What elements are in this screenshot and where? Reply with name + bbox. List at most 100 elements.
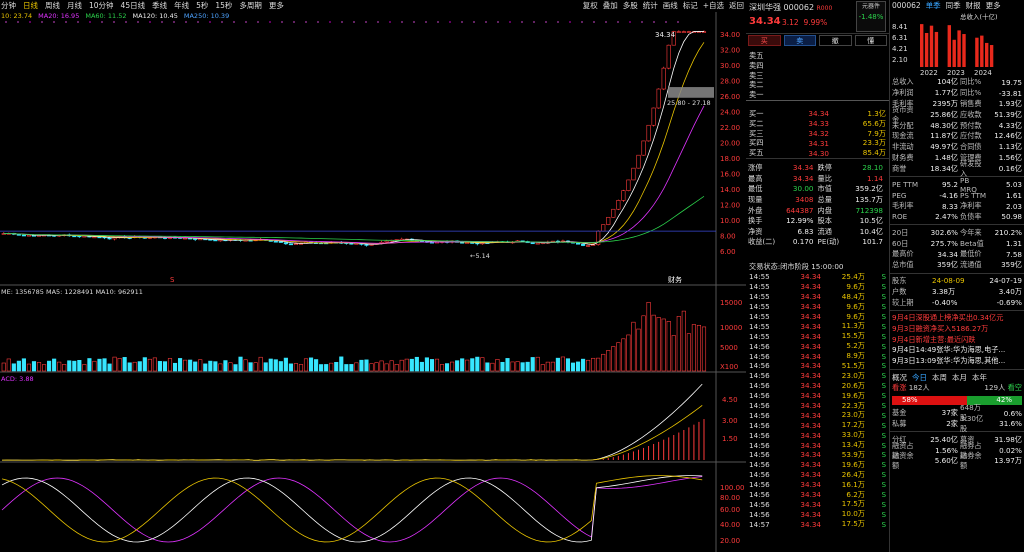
trade-row[interactable]: 14:55 34.34 9.6万 S bbox=[746, 302, 889, 312]
period-6[interactable]: 季线 bbox=[152, 0, 167, 11]
ask-row[interactable]: 卖五 bbox=[746, 51, 889, 61]
trade-row[interactable]: 14:56 34.34 8.9万 S bbox=[746, 351, 889, 361]
stat-cell: 量比 1.14 bbox=[818, 174, 888, 184]
bid-row[interactable]: 买二 34.33 65.6万 bbox=[746, 119, 889, 129]
trade-row[interactable]: 14:56 34.34 13.4万 S bbox=[746, 440, 889, 450]
trade-row[interactable]: 14:56 34.34 33.0万 S bbox=[746, 430, 889, 440]
f10-tab[interactable]: 财报 bbox=[966, 0, 981, 11]
sector-badge[interactable]: 元器件 -1.48% bbox=[856, 1, 886, 32]
kline-chart[interactable]: 34.00 32.00 30.00 28.00 26.00 24.00 22.00 20.00… bbox=[0, 0, 746, 552]
flow-tab[interactable]: 本周 bbox=[932, 372, 947, 383]
period-8[interactable]: 5秒 bbox=[196, 0, 208, 11]
flow-tab[interactable]: 本月 bbox=[952, 372, 967, 383]
trade-row[interactable]: 14:56 34.34 16.1万 S bbox=[746, 480, 889, 490]
macd-legend: ACD: 3.88 bbox=[1, 375, 34, 383]
trade-row[interactable]: 14:56 34.34 26.4万 S bbox=[746, 470, 889, 480]
trade-row[interactable]: 14:56 34.34 23.0万 S bbox=[746, 410, 889, 420]
f10-tab[interactable]: 单季 bbox=[926, 0, 941, 11]
trade-row[interactable]: 14:56 34.34 17.5万 S bbox=[746, 499, 889, 509]
flow-tab[interactable]: 今日 bbox=[912, 372, 927, 383]
trade-row[interactable]: 14:56 34.34 53.9万 S bbox=[746, 450, 889, 460]
marker-dot bbox=[485, 21, 487, 23]
volume-bar bbox=[42, 364, 47, 372]
period-9[interactable]: 15秒 bbox=[215, 0, 232, 11]
bid-row[interactable]: 买四 34.31 23.3万 bbox=[746, 138, 889, 148]
period-1[interactable]: 日线 bbox=[23, 0, 38, 11]
marker-dot bbox=[425, 21, 427, 23]
period-3[interactable]: 月线 bbox=[67, 0, 82, 11]
trade-row[interactable]: 14:55 34.34 9.6万 S bbox=[746, 282, 889, 292]
news-item[interactable]: 9月4日14:49张华:华为海思,电子... bbox=[890, 345, 1024, 356]
bid-row[interactable]: 买三 34.32 7.9万 bbox=[746, 129, 889, 139]
trade-row[interactable]: 14:55 34.34 48.4万 S bbox=[746, 292, 889, 302]
trade-row[interactable]: 14:55 34.34 15.5万 S bbox=[746, 331, 889, 341]
trade-row[interactable]: 14:56 34.34 19.6万 S bbox=[746, 391, 889, 401]
period-4[interactable]: 10分钟 bbox=[89, 0, 114, 11]
trade-row[interactable]: 14:56 34.34 20.6万 S bbox=[746, 381, 889, 391]
candle-body bbox=[384, 240, 389, 243]
news-item[interactable]: 9月4日新增主营:最近闪跌 bbox=[890, 335, 1024, 346]
trade-row[interactable]: 14:56 34.34 19.6万 S bbox=[746, 460, 889, 470]
bid-price: 34.33 bbox=[808, 119, 829, 129]
marker-dot bbox=[677, 21, 679, 23]
trade-row[interactable]: 14:56 34.34 5.2万 S bbox=[746, 341, 889, 351]
ask-row[interactable]: 卖四 bbox=[746, 61, 889, 71]
bid-row[interactable]: 买五 34.30 85.4万 bbox=[746, 148, 889, 158]
toolbar-action-4[interactable]: 画线 bbox=[663, 0, 678, 11]
toolbar-action-5[interactable]: 标记 bbox=[683, 0, 698, 11]
f10-tab[interactable]: 同季 bbox=[946, 0, 961, 11]
ask-row[interactable]: 卖三 bbox=[746, 71, 889, 81]
trade-row[interactable]: 14:56 34.34 51.5万 S bbox=[746, 361, 889, 371]
toolbar-action-7[interactable]: 返回 bbox=[729, 0, 744, 11]
bid-row[interactable]: 买一 34.34 1.3亿 bbox=[746, 109, 889, 119]
f10-tab[interactable]: 更多 bbox=[986, 0, 1001, 11]
toolbar-action-6[interactable]: +自选 bbox=[703, 0, 724, 11]
ask-row[interactable]: 卖一 bbox=[746, 90, 889, 100]
help-button[interactable]: 懂 bbox=[854, 35, 887, 46]
period-0[interactable]: 分钟 bbox=[1, 0, 16, 11]
event-flag[interactable]: S bbox=[170, 276, 175, 284]
volume-bar bbox=[26, 363, 32, 372]
buy-button[interactable]: 买 bbox=[748, 35, 781, 46]
trade-row[interactable]: 14:55 34.34 9.6万 S bbox=[746, 312, 889, 322]
volume-bar bbox=[515, 361, 520, 372]
trade-row[interactable]: 14:55 34.34 11.3万 S bbox=[746, 321, 889, 331]
toolbar-action-3[interactable]: 统计 bbox=[643, 0, 658, 11]
stat-cell: 收益(二) 0.170 bbox=[748, 237, 818, 247]
event-flag[interactable]: 财务 bbox=[668, 275, 682, 284]
flow-tabs: 概况 今日 本周 本月 本年 bbox=[890, 372, 1024, 383]
f10-tab[interactable]: 000062 bbox=[892, 1, 921, 10]
sell-button[interactable]: 卖 bbox=[783, 35, 816, 46]
trade-price: 34.34 bbox=[800, 440, 821, 450]
volume-bar bbox=[439, 364, 445, 372]
volume-bar bbox=[681, 310, 686, 372]
stat-label: 内盘 bbox=[817, 205, 832, 215]
toolbar-action-0[interactable]: 复权 bbox=[583, 0, 598, 11]
volume-bar bbox=[288, 363, 293, 372]
trade-row[interactable]: 14:56 34.34 17.2万 S bbox=[746, 420, 889, 430]
trade-row[interactable]: 14:56 34.34 10.0万 S bbox=[746, 509, 889, 519]
ask-row[interactable]: 卖二 bbox=[746, 80, 889, 90]
news-item[interactable]: 9月3日13:09张华:华为海思,其他... bbox=[890, 356, 1024, 367]
period-7[interactable]: 年线 bbox=[174, 0, 189, 11]
period-10[interactable]: 多周期 bbox=[239, 0, 262, 11]
volume-bar bbox=[344, 364, 349, 372]
trade-row[interactable]: 14:56 34.34 22.3万 S bbox=[746, 401, 889, 411]
trade-row[interactable]: 14:56 34.34 23.0万 S bbox=[746, 371, 889, 381]
flow-tab[interactable]: 本年 bbox=[972, 372, 987, 383]
trade-row[interactable]: 14:55 34.34 25.4万 S bbox=[746, 272, 889, 282]
marker-dot bbox=[281, 21, 283, 23]
trade-time: 14:56 bbox=[749, 420, 770, 430]
trade-row[interactable]: 14:57 34.34 17.5万 S bbox=[746, 519, 889, 529]
news-item[interactable]: 9月4日深股通上榜净买出0.34亿元 bbox=[890, 313, 1024, 324]
tick-trades[interactable]: 14:55 34.34 25.4万 S 14:55 34.34 9.6万 S 14:55 34.3… bbox=[746, 272, 889, 529]
toolbar-action-2[interactable]: 多股 bbox=[623, 0, 638, 11]
period-2[interactable]: 周线 bbox=[45, 0, 60, 11]
trade-row[interactable]: 14:56 34.34 6.2万 S bbox=[746, 490, 889, 500]
toolbar-action-1[interactable]: 叠加 bbox=[603, 0, 618, 11]
flow-tab[interactable]: 概况 bbox=[892, 372, 907, 383]
cancel-button[interactable]: 撤 bbox=[819, 35, 852, 46]
period-11[interactable]: 更多 bbox=[269, 0, 284, 11]
period-5[interactable]: 45日线 bbox=[121, 0, 146, 11]
news-item[interactable]: 9月3日融资净买入5186.27万 bbox=[890, 324, 1024, 335]
